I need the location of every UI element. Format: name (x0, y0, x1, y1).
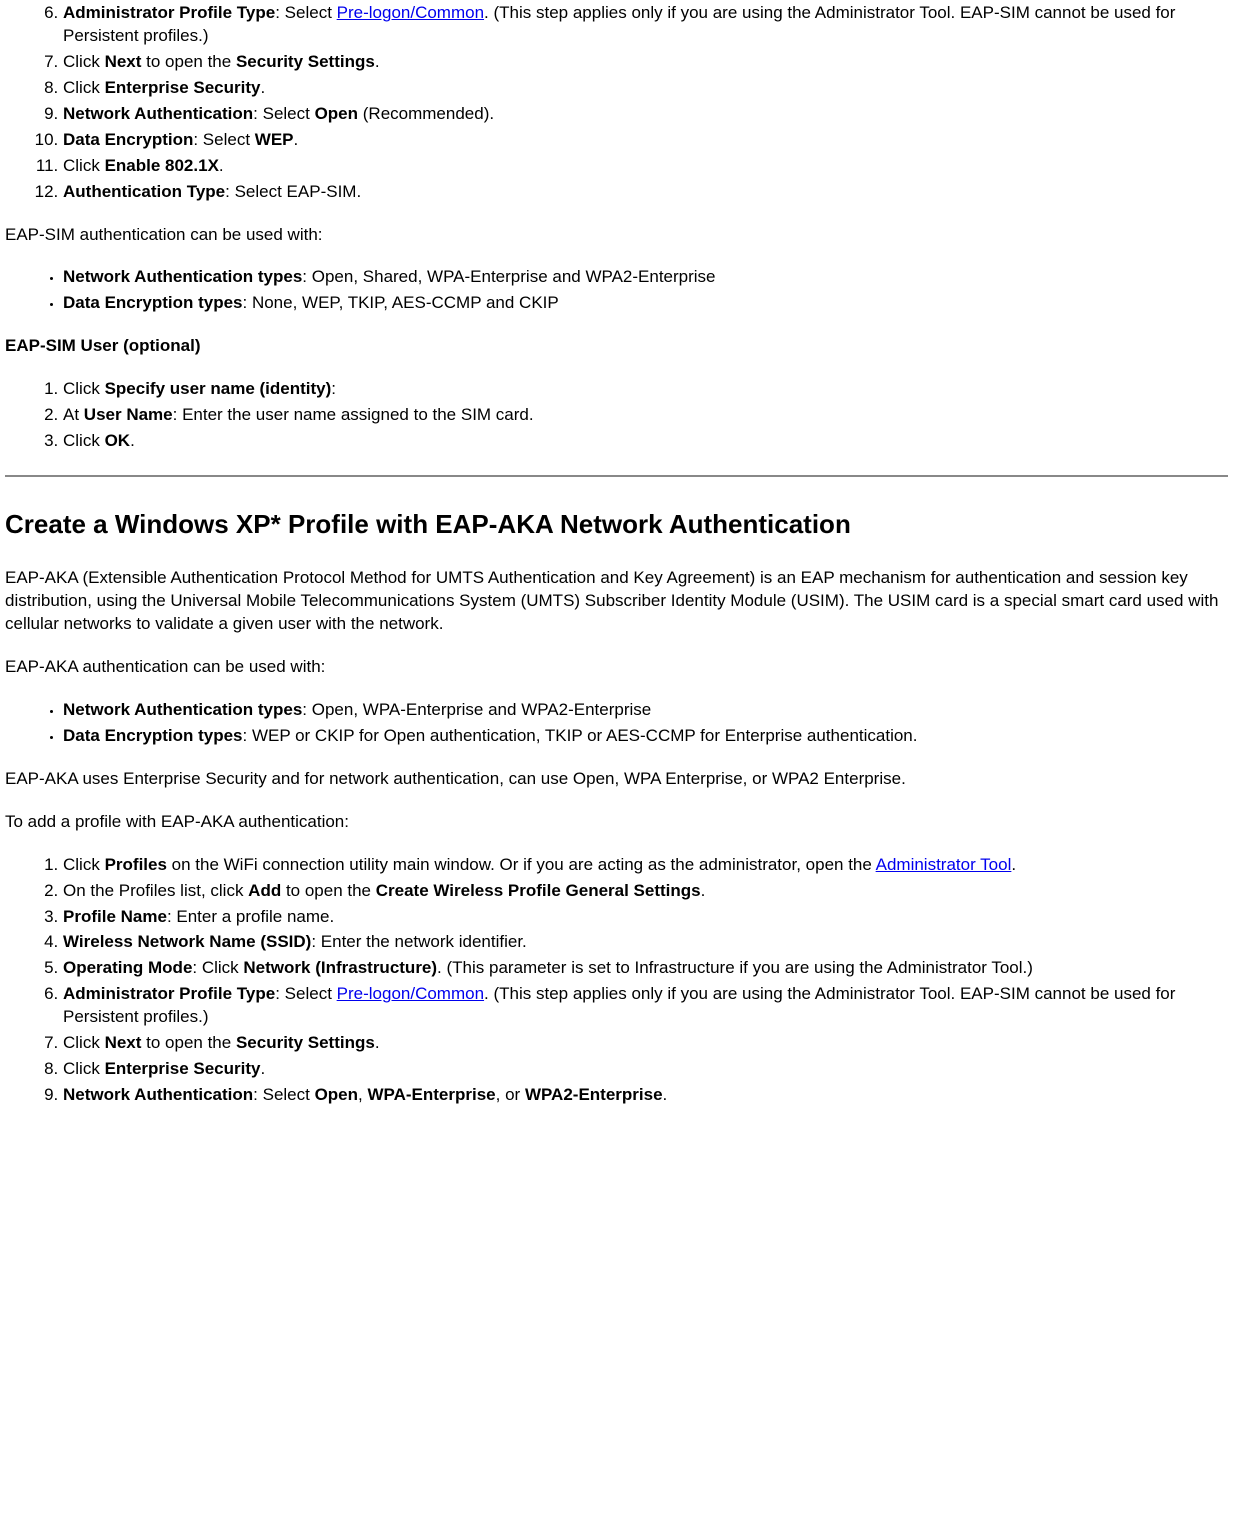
list-item: At User Name: Enter the user name assign… (63, 404, 1228, 427)
paragraph: To add a profile with EAP-AKA authentica… (5, 811, 1228, 834)
paragraph: EAP-AKA authentication can be used with: (5, 656, 1228, 679)
list-item: Network Authentication types: Open, Shar… (63, 266, 1228, 289)
list-item: Click Next to open the Security Settings… (63, 1032, 1228, 1055)
list-item: Authentication Type: Select EAP-SIM. (63, 181, 1228, 204)
ordered-list-2: Click Specify user name (identity): At U… (5, 378, 1228, 453)
ordered-list-3: Click Profiles on the WiFi connection ut… (5, 854, 1228, 1107)
ordered-list-1: Administrator Profile Type: Select Pre-l… (5, 2, 1228, 204)
unordered-list-1: Network Authentication types: Open, Shar… (5, 266, 1228, 315)
list-item: Network Authentication types: Open, WPA-… (63, 699, 1228, 722)
list-item: Click Enterprise Security. (63, 77, 1228, 100)
unordered-list-2: Network Authentication types: Open, WPA-… (5, 699, 1228, 748)
list-item: Click Specify user name (identity): (63, 378, 1228, 401)
list-item: Administrator Profile Type: Select Pre-l… (63, 2, 1228, 48)
list-item: Wireless Network Name (SSID): Enter the … (63, 931, 1228, 954)
list-item: Data Encryption types: None, WEP, TKIP, … (63, 292, 1228, 315)
list-item: Click Enable 802.1X. (63, 155, 1228, 178)
list-item: Click Next to open the Security Settings… (63, 51, 1228, 74)
admin-tool-link[interactable]: Administrator Tool (876, 855, 1012, 874)
list-item: Click OK. (63, 430, 1228, 453)
prelogon-link-2[interactable]: Pre-logon/Common (337, 984, 484, 1003)
list-item: Click Profiles on the WiFi connection ut… (63, 854, 1228, 877)
divider (5, 475, 1228, 477)
prelogon-link[interactable]: Pre-logon/Common (337, 3, 484, 22)
list-item: Click Enterprise Security. (63, 1058, 1228, 1081)
list-item: Network Authentication: Select Open, WPA… (63, 1084, 1228, 1107)
list-item: Profile Name: Enter a profile name. (63, 906, 1228, 929)
paragraph: EAP-AKA (Extensible Authentication Proto… (5, 567, 1228, 636)
paragraph: EAP-SIM authentication can be used with: (5, 224, 1228, 247)
list-item: Operating Mode: Click Network (Infrastru… (63, 957, 1228, 980)
heading: Create a Windows XP* Profile with EAP-AK… (5, 507, 1228, 542)
list-item: Data Encryption types: WEP or CKIP for O… (63, 725, 1228, 748)
paragraph: EAP-AKA uses Enterprise Security and for… (5, 768, 1228, 791)
list-item: Administrator Profile Type: Select Pre-l… (63, 983, 1228, 1029)
subheading: EAP-SIM User (optional) (5, 335, 1228, 358)
list-item: On the Profiles list, click Add to open … (63, 880, 1228, 903)
list-item: Network Authentication: Select Open (Rec… (63, 103, 1228, 126)
list-item: Data Encryption: Select WEP. (63, 129, 1228, 152)
